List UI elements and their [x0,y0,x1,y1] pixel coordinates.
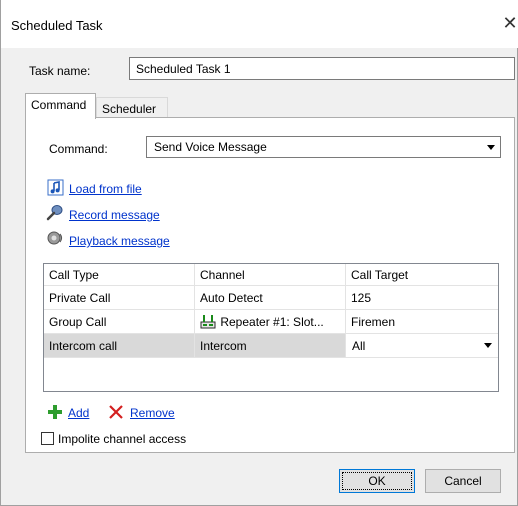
load-from-file-link[interactable]: Load from file [69,182,142,196]
add-link[interactable]: Add [68,406,89,420]
channel-cell[interactable]: Auto Detect [195,286,346,309]
ok-button-label: OK [342,472,412,490]
ok-button[interactable]: OK [339,469,415,493]
scheduled-task-dialog: Scheduled Task ✕ Task name: Command Sche… [0,0,518,506]
add-icon[interactable] [47,404,65,422]
channel-cell[interactable]: Intercom [195,334,346,357]
title-bar: Scheduled Task ✕ [1,0,518,48]
command-select-value: Send Voice Message [154,140,267,154]
tab-command[interactable]: Command [25,93,96,119]
remove-icon[interactable] [108,404,126,422]
call-target-value: All [352,339,366,353]
playback-message-link[interactable]: Playback message [69,234,170,248]
music-note-icon [47,179,65,197]
table-row[interactable]: Group Call Repeater #1: Slot... Firemen [44,310,498,334]
task-name-field[interactable] [129,57,515,80]
channel-cell-text: Repeater #1: Slot... [220,315,324,329]
call-type-cell[interactable]: Intercom call [44,334,195,357]
column-header-call-type[interactable]: Call Type [44,264,195,285]
cancel-button[interactable]: Cancel [425,469,501,493]
command-select[interactable]: Send Voice Message [146,136,501,158]
table-row[interactable]: Private Call Auto Detect 125 [44,286,498,310]
call-target-dropdown[interactable]: All [346,334,498,357]
command-label: Command: [49,142,108,156]
call-target-cell[interactable]: Firemen [346,310,498,333]
calls-table: Call Type Channel Call Target Private Ca… [43,263,499,392]
impolite-label: Impolite channel access [58,432,187,446]
chevron-down-icon[interactable] [483,138,499,156]
channel-cell[interactable]: Repeater #1: Slot... [195,310,346,333]
column-header-channel[interactable]: Channel [195,264,346,285]
speaker-icon [46,229,64,247]
call-target-cell[interactable]: 125 [346,286,498,309]
record-message-link[interactable]: Record message [69,208,160,222]
table-header-row: Call Type Channel Call Target [44,264,498,286]
task-name-input[interactable] [130,58,514,79]
table-row[interactable]: Intercom call Intercom All [44,334,498,358]
tab-command-label: Command [31,98,87,112]
task-name-label: Task name: [29,64,91,78]
remove-link[interactable]: Remove [130,406,175,420]
dialog-title: Scheduled Task [11,18,103,33]
call-type-cell[interactable]: Private Call [44,286,195,309]
chevron-down-icon[interactable] [480,337,496,354]
column-header-call-target[interactable]: Call Target [346,264,498,285]
impolite-checkbox[interactable] [41,432,54,445]
close-icon[interactable]: ✕ [501,13,518,33]
tab-scheduler-label: Scheduler [102,102,157,116]
repeater-icon [199,313,217,329]
tab-scheduler[interactable]: Scheduler [96,97,168,119]
call-type-cell[interactable]: Group Call [44,310,195,333]
microphone-icon [46,204,64,222]
